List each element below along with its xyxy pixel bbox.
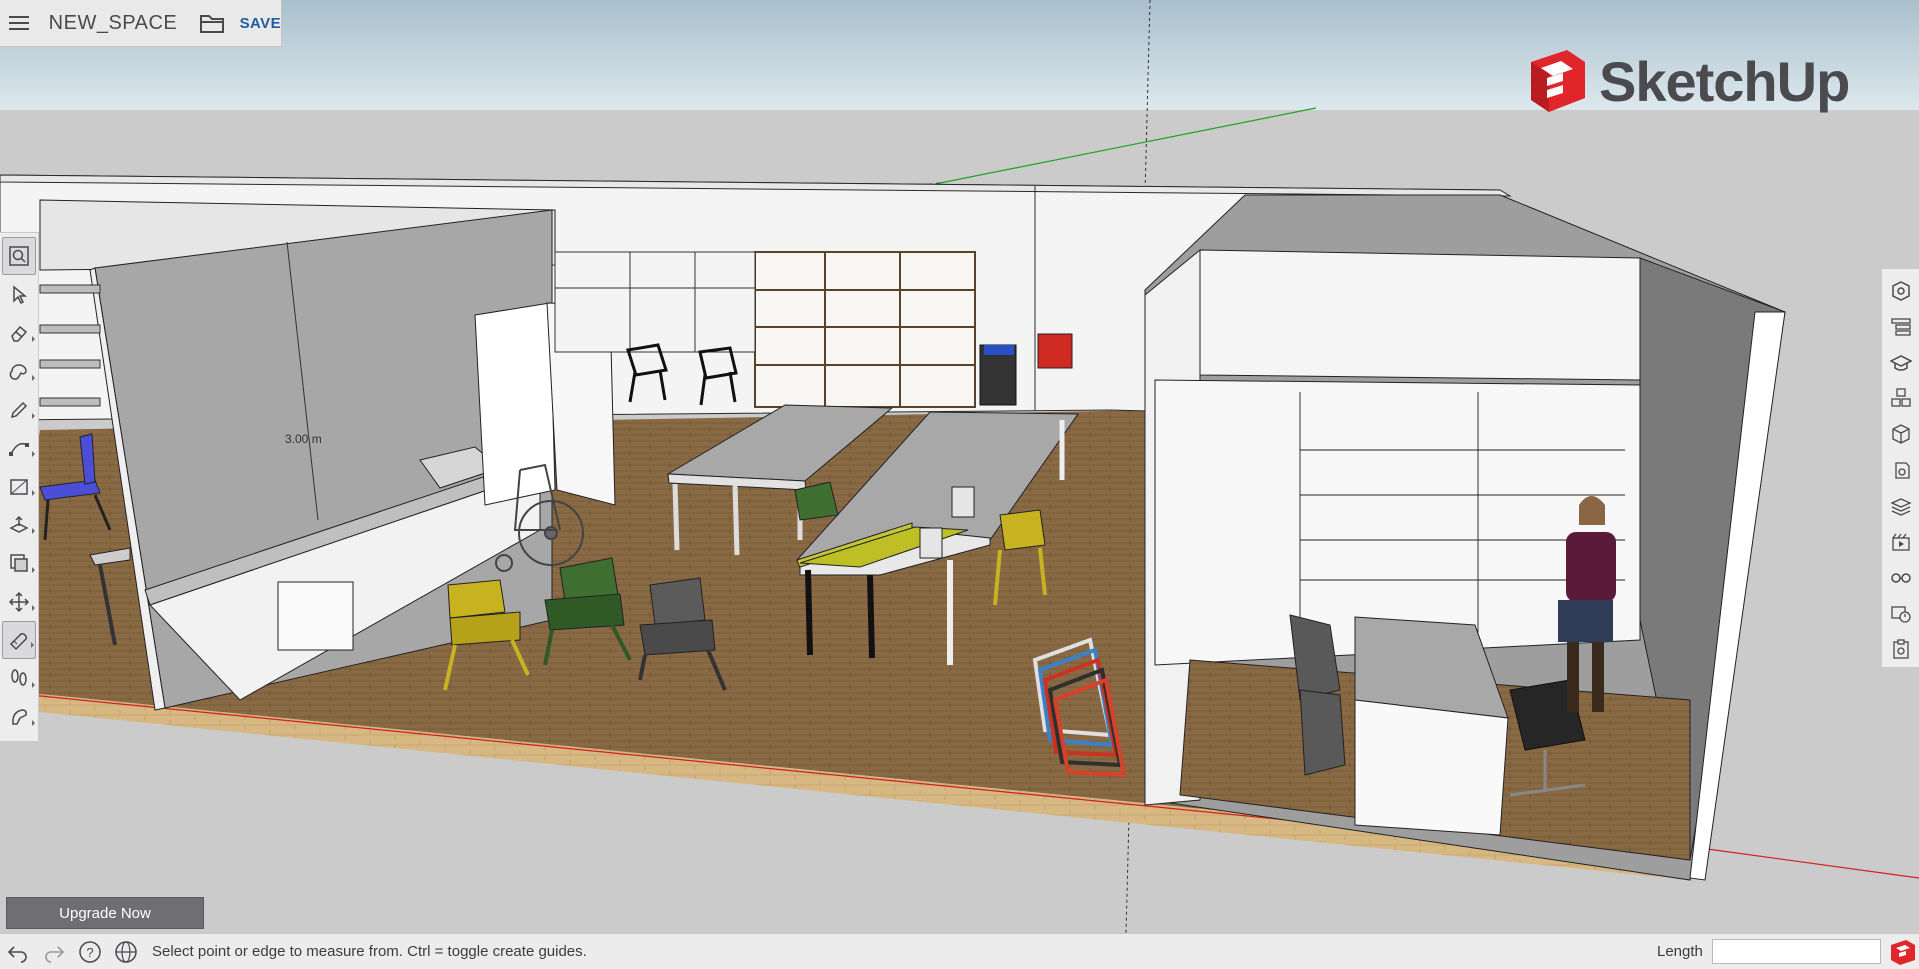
push-pull-tool-button[interactable] [2, 506, 36, 544]
arrow-icon [13, 284, 28, 304]
components-icon [1890, 388, 1911, 407]
eraser-tool-button[interactable] [2, 314, 36, 352]
outliner-icon [1890, 318, 1911, 336]
walk-tool-button[interactable] [2, 659, 36, 697]
open-file-button[interactable] [199, 0, 225, 47]
tape-measure-icon [9, 633, 27, 651]
scenes-icon [1891, 533, 1910, 551]
orbit-tool-button[interactable] [2, 698, 36, 736]
svg-text:?: ? [86, 945, 93, 960]
scenes-panel-button[interactable] [1885, 524, 1917, 560]
back-bookshelf [754, 251, 976, 408]
entity-info-icon [1891, 281, 1910, 301]
styles-panel-button[interactable] [1885, 452, 1917, 488]
select-tool-button[interactable] [2, 275, 36, 313]
display-panel-button[interactable] [1885, 560, 1917, 596]
arc-tool-button[interactable] [2, 429, 36, 467]
rectangle-icon [10, 478, 28, 495]
components-panel-button[interactable] [1885, 380, 1917, 416]
status-hint: Select point or edge to measure from. Ct… [152, 943, 587, 960]
hamburger-icon [9, 16, 30, 30]
eraser-icon [11, 325, 28, 342]
line-tool-button[interactable] [2, 391, 36, 429]
back-cabinet [554, 251, 756, 353]
view-panel-button[interactable] [1885, 595, 1917, 631]
left-toolbar [0, 232, 39, 742]
instructor-panel-button[interactable] [1885, 345, 1917, 381]
redo-button[interactable] [36, 934, 72, 969]
tags-panel-button[interactable] [1885, 488, 1917, 524]
3d-model-scene[interactable]: 3.00 m [0, 0, 1919, 933]
upgrade-now-button[interactable]: Upgrade Now [6, 897, 204, 929]
camera-icon [1890, 606, 1911, 623]
offset-icon [10, 554, 28, 573]
sketchup-logo-text: SketchUp [1599, 49, 1850, 113]
status-bar: ? Select point or edge to measure from. … [0, 933, 1919, 969]
solar-panel-button[interactable] [1885, 631, 1917, 667]
push-pull-icon [9, 515, 29, 533]
move-tool-button[interactable] [2, 583, 36, 621]
globe-icon [115, 940, 137, 963]
footprints-icon [11, 669, 27, 687]
hamburger-menu-button[interactable] [0, 0, 39, 47]
glasses-icon [1890, 573, 1911, 584]
materials-icon [1891, 424, 1910, 444]
sketchup-logo-icon [1531, 50, 1585, 112]
right-panel-bar [1881, 268, 1919, 668]
instructor-icon [1889, 354, 1912, 371]
search-icon [9, 246, 29, 266]
dimension-label: 3.00 m [285, 432, 322, 446]
rectangle-tool-button[interactable] [2, 467, 36, 505]
file-name[interactable]: NEW_SPACE [49, 12, 178, 35]
geo-location-button[interactable] [108, 934, 144, 969]
length-label: Length [1657, 943, 1703, 960]
layers-icon [1889, 498, 1912, 516]
materials-panel-button[interactable] [1885, 416, 1917, 452]
undo-button[interactable] [0, 934, 36, 969]
entity-info-panel-button[interactable] [1885, 273, 1917, 309]
search-tool-button[interactable] [2, 237, 36, 276]
orbit-icon [12, 709, 27, 725]
undo-icon [7, 945, 27, 963]
outliner-panel-button[interactable] [1885, 309, 1917, 345]
file-bar: NEW_SPACE SAVE [0, 0, 282, 47]
arc-icon [9, 443, 29, 457]
paint-tool-button[interactable] [2, 352, 36, 390]
help-icon: ? [79, 940, 101, 963]
styles-icon [1894, 462, 1910, 479]
help-button[interactable]: ? [72, 934, 108, 969]
sketchup-brand-icon[interactable] [1889, 938, 1917, 966]
pencil-icon [10, 401, 28, 418]
save-button[interactable]: SAVE [240, 15, 281, 32]
paint-bucket-icon [9, 364, 27, 381]
offset-tool-button[interactable] [2, 544, 36, 582]
stacked-chairs [979, 344, 1017, 406]
folder-icon [200, 15, 225, 33]
fire-extinguisher-box [1037, 333, 1073, 369]
model-viewport[interactable]: 3.00 m [0, 0, 1919, 933]
move-icon [8, 591, 30, 612]
redo-icon [45, 945, 65, 963]
tape-measure-tool-button[interactable] [2, 620, 36, 660]
report-icon [1892, 639, 1909, 659]
sketchup-logo: SketchUp [1527, 48, 1850, 114]
length-input[interactable] [1712, 939, 1881, 964]
